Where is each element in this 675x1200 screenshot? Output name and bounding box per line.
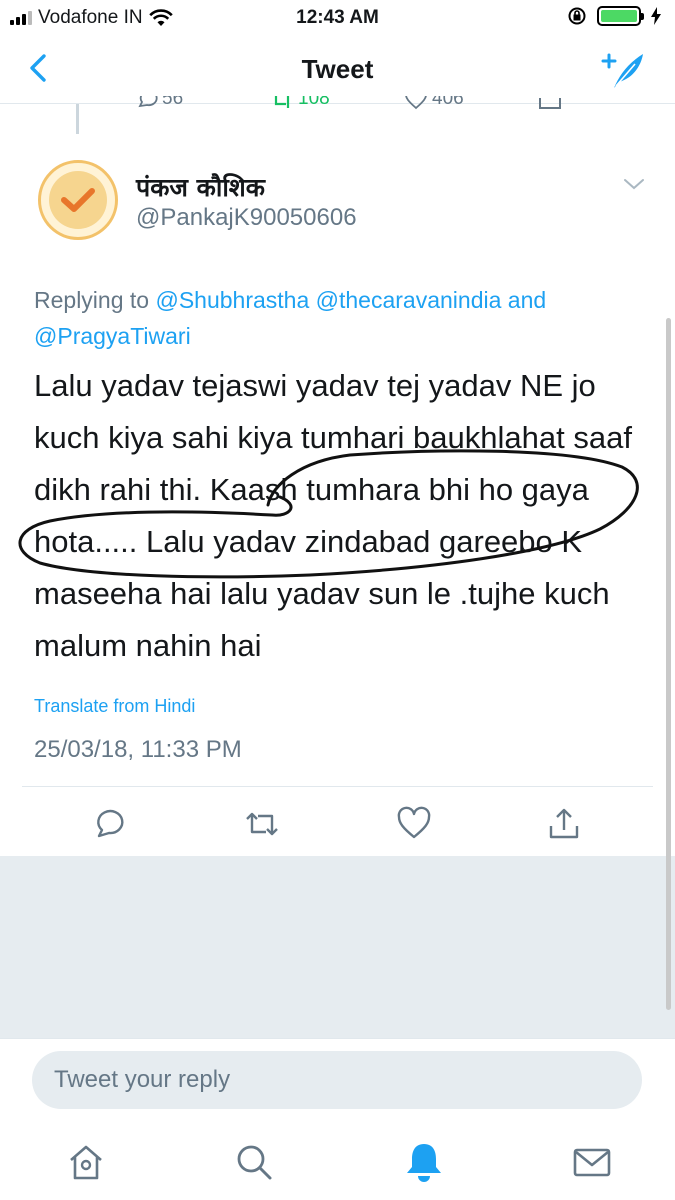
chevron-down-icon[interactable] xyxy=(623,176,645,192)
prev-reply-count[interactable]: 56 xyxy=(136,96,183,110)
share-icon[interactable] xyxy=(546,806,582,842)
prev-like-count[interactable]: 406 xyxy=(404,96,464,110)
charging-bolt-icon xyxy=(651,7,661,25)
notifications-bell-icon[interactable] xyxy=(402,1140,446,1184)
heart-icon[interactable] xyxy=(396,806,432,842)
messages-mail-icon[interactable] xyxy=(570,1140,614,1184)
status-bar: Vodafone IN 12:43 AM xyxy=(0,0,675,36)
divider xyxy=(22,786,653,787)
user-handle[interactable]: @PankajK90050606 xyxy=(136,204,357,232)
mentions-joiner[interactable]: and xyxy=(508,287,546,313)
display-name[interactable]: पंकज कौशिक xyxy=(136,170,265,204)
translate-link[interactable]: Translate from Hindi xyxy=(34,696,195,717)
reply-input[interactable] xyxy=(32,1051,642,1109)
share-icon[interactable] xyxy=(538,96,562,110)
prev-retweet-count[interactable]: 108 xyxy=(272,96,330,110)
checkmark-icon xyxy=(49,171,107,229)
page-title: Tweet xyxy=(301,54,374,84)
avatar[interactable] xyxy=(38,160,118,240)
navigation-bar: Tweet xyxy=(0,36,675,104)
tweet-actions xyxy=(0,806,675,846)
replying-prefix: Replying to xyxy=(34,287,150,313)
retweet-icon xyxy=(274,96,290,108)
home-icon[interactable] xyxy=(64,1140,108,1184)
tweet-text: Lalu yadav tejaswi yadav tej yadav NE jo… xyxy=(34,368,632,663)
tab-bar xyxy=(0,1120,675,1200)
orientation-lock-icon xyxy=(568,7,586,25)
tweet-timestamp: 25/03/18, 11:33 PM xyxy=(34,736,242,763)
mention-link[interactable]: @PragyaTiwari xyxy=(34,323,191,349)
compose-feather-icon[interactable] xyxy=(601,50,647,90)
mention-link[interactable]: @Shubhrastha xyxy=(155,287,309,313)
status-right xyxy=(567,6,661,26)
battery-icon xyxy=(597,6,644,26)
search-icon[interactable] xyxy=(232,1140,276,1184)
retweet-icon[interactable] xyxy=(244,806,280,842)
heart-icon xyxy=(405,96,427,110)
prev-retweet-count-label: 108 xyxy=(298,96,330,109)
prev-reply-count-label: 56 xyxy=(162,96,184,109)
reply-icon xyxy=(138,96,158,108)
mention-link[interactable]: @thecaravanindia xyxy=(316,287,502,313)
scrollbar[interactable] xyxy=(666,318,671,1010)
reply-bar xyxy=(0,1038,675,1120)
empty-replies-area xyxy=(0,856,675,1038)
replying-to: Replying to @Shubhrastha @thecaravanindi… xyxy=(34,282,654,354)
previous-tweet-actions: 56 108 406 xyxy=(0,96,675,116)
reply-icon[interactable] xyxy=(92,806,128,842)
prev-like-count-label: 406 xyxy=(432,96,464,109)
